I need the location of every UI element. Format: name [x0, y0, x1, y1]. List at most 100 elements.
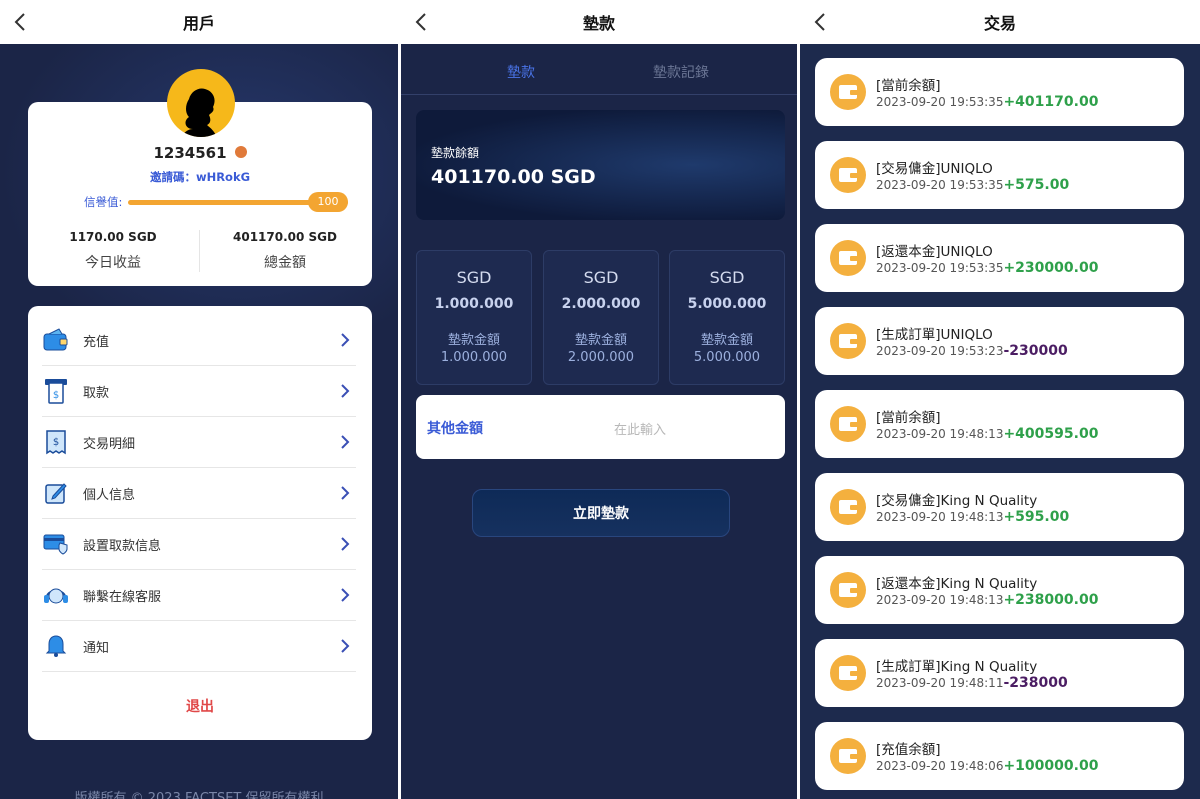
amount-option[interactable]: SGD 1.000.000 墊款金額 1.000.000	[416, 250, 532, 385]
transaction-amount: +400595.00	[1003, 426, 1099, 442]
transaction-item[interactable]: [生成訂單]King N Quality 2023-09-20 19:48:11-…	[815, 639, 1184, 707]
logout-button[interactable]: 退出	[28, 696, 372, 716]
transaction-item[interactable]: [生成訂單]UNIQLO 2023-09-20 19:53:23-230000	[815, 307, 1184, 375]
chevron-right-icon	[341, 333, 350, 347]
transaction-detail: 2023-09-20 19:48:13+400595.00	[876, 426, 1098, 442]
today-earnings-label: 今日收益	[85, 255, 141, 271]
transaction-date: 2023-09-20 19:48:13	[876, 593, 1004, 607]
transaction-detail: 2023-09-20 19:53:35+401170.00	[876, 94, 1098, 110]
balance-card: 墊款餘額 401170.00 SGD	[416, 110, 785, 220]
headset-icon	[42, 581, 70, 609]
transaction-amount: +230000.00	[1003, 260, 1099, 276]
transaction-detail: 2023-09-20 19:53:35+230000.00	[876, 260, 1098, 276]
svg-text:$: $	[53, 437, 59, 448]
transaction-date: 2023-09-20 19:48:11	[876, 676, 1004, 690]
menu-item-label: 通知	[83, 640, 110, 656]
transaction-item[interactable]: [交易傭金]UNIQLO 2023-09-20 19:53:35+575.00	[815, 141, 1184, 209]
navbar: 用戶	[0, 0, 398, 44]
other-amount-label: 其他金額	[427, 421, 483, 437]
wallet-icon	[830, 240, 866, 276]
transaction-date: 2023-09-20 19:48:13	[876, 427, 1004, 441]
bell-icon	[42, 632, 70, 660]
transaction-item[interactable]: [當前余額] 2023-09-20 19:48:13+400595.00	[815, 390, 1184, 458]
menu-item-notifications[interactable]: 通知	[42, 621, 356, 672]
chevron-right-icon	[341, 588, 350, 602]
chevron-right-icon	[341, 486, 350, 500]
transaction-amount: -230000	[1003, 343, 1068, 359]
transaction-title: [當前余額]	[876, 410, 941, 426]
transaction-detail: 2023-09-20 19:53:23-230000	[876, 343, 1068, 359]
tab-bar: 墊款 墊款記錄	[401, 44, 797, 95]
edit-icon	[42, 479, 70, 507]
deposit-screen: 墊款 墊款 墊款記錄 墊款餘額 401170.00 SGD SGD 1.000.…	[401, 0, 797, 799]
transaction-date: 2023-09-20 19:53:23	[876, 344, 1004, 358]
transaction-title: [充值余額]	[876, 742, 941, 758]
balance-label: 墊款餘額	[431, 146, 480, 160]
menu-item-label: 個人信息	[83, 487, 136, 503]
transaction-detail: 2023-09-20 19:53:35+575.00	[876, 177, 1069, 193]
amount-label: 墊款金額	[700, 333, 753, 348]
amount-value: 5.000.000	[687, 296, 767, 312]
total-amount-label: 總金額	[264, 255, 306, 271]
transaction-title: [交易傭金]UNIQLO	[876, 161, 993, 177]
transaction-detail: 2023-09-20 19:48:11-238000	[876, 675, 1068, 691]
wallet-icon	[830, 406, 866, 442]
amount-option[interactable]: SGD 2.000.000 墊款金額 2.000.000	[543, 250, 659, 385]
transaction-date: 2023-09-20 19:48:13	[876, 510, 1004, 524]
other-amount-input[interactable]: 在此輸入	[614, 419, 666, 438]
transaction-item[interactable]: [交易傭金]King N Quality 2023-09-20 19:48:13+…	[815, 473, 1184, 541]
tab-deposit[interactable]: 墊款	[507, 62, 535, 82]
transaction-item[interactable]: [返還本金]King N Quality 2023-09-20 19:48:13+…	[815, 556, 1184, 624]
menu-item-withdraw-settings[interactable]: 設置取款信息	[42, 519, 356, 570]
transaction-amount: +100000.00	[1003, 758, 1099, 774]
copyright-footer: 版權所有 © 2023 FACTSET 保留所有權利	[74, 791, 324, 799]
wallet-icon	[830, 738, 866, 774]
transaction-title: [當前余額]	[876, 78, 941, 94]
today-earnings: 1170.00 SGD 今日收益	[28, 230, 198, 272]
total-amount-value: 401170.00 SGD	[233, 230, 337, 244]
back-icon[interactable]	[415, 12, 435, 32]
chevron-right-icon	[341, 384, 350, 398]
transaction-amount: +575.00	[1003, 177, 1070, 193]
card-shield-icon	[42, 530, 70, 558]
transaction-item[interactable]: [返還本金]UNIQLO 2023-09-20 19:53:35+230000.0…	[815, 224, 1184, 292]
amount-value: 1.000.000	[434, 296, 514, 312]
wallet-icon	[830, 74, 866, 110]
transactions-screen: 交易 [當前余額] 2023-09-20 19:53:35+401170.00 [交…	[800, 0, 1200, 799]
amount-label-value: 1.000.000	[440, 350, 508, 365]
wallet-icon	[830, 489, 866, 525]
amount-option[interactable]: SGD 5.000.000 墊款金額 5.000.000	[669, 250, 785, 385]
other-amount-field[interactable]: 其他金額 在此輸入	[416, 395, 785, 459]
menu-item-personal-info[interactable]: 個人信息	[42, 468, 356, 519]
avatar	[167, 69, 235, 137]
amount-label-value: 2.000.000	[567, 350, 635, 365]
username: 1234561	[153, 144, 227, 162]
transaction-item[interactable]: [充值余額] 2023-09-20 19:48:06+100000.00	[815, 722, 1184, 790]
menu-item-label: 交易明細	[83, 436, 136, 452]
amount-currency: SGD	[583, 268, 619, 287]
menu-item-customer-service[interactable]: 聯繫在線客服	[42, 570, 356, 621]
username-row: 1234561	[28, 144, 372, 162]
invite-code: 邀請碼：wHRokG	[149, 170, 251, 184]
menu-item-recharge[interactable]: 充值	[42, 315, 356, 366]
transaction-detail: 2023-09-20 19:48:06+100000.00	[876, 758, 1098, 774]
transaction-date: 2023-09-20 19:53:35	[876, 261, 1004, 275]
transaction-title: [交易傭金]King N Quality	[876, 493, 1038, 509]
deposit-now-button[interactable]: 立即墊款	[472, 489, 730, 537]
menu-item-transactions[interactable]: $ 交易明細	[42, 417, 356, 468]
menu-item-label: 取款	[83, 385, 110, 401]
tab-deposit-records[interactable]: 墊款記錄	[653, 62, 709, 82]
back-icon[interactable]	[14, 12, 34, 32]
back-icon[interactable]	[814, 12, 834, 32]
menu-item-withdraw[interactable]: $ 取款	[42, 366, 356, 417]
amount-currency: SGD	[456, 268, 492, 287]
transaction-amount: +238000.00	[1003, 592, 1099, 608]
chevron-right-icon	[341, 435, 350, 449]
transaction-date: 2023-09-20 19:53:35	[876, 95, 1004, 109]
wallet-icon	[830, 572, 866, 608]
transaction-date: 2023-09-20 19:53:35	[876, 178, 1004, 192]
transaction-title: [返還本金]King N Quality	[876, 576, 1038, 592]
transaction-item[interactable]: [當前余額] 2023-09-20 19:53:35+401170.00	[815, 58, 1184, 126]
amount-label-value: 5.000.000	[693, 350, 761, 365]
transaction-title: [生成訂單]King N Quality	[876, 659, 1038, 675]
